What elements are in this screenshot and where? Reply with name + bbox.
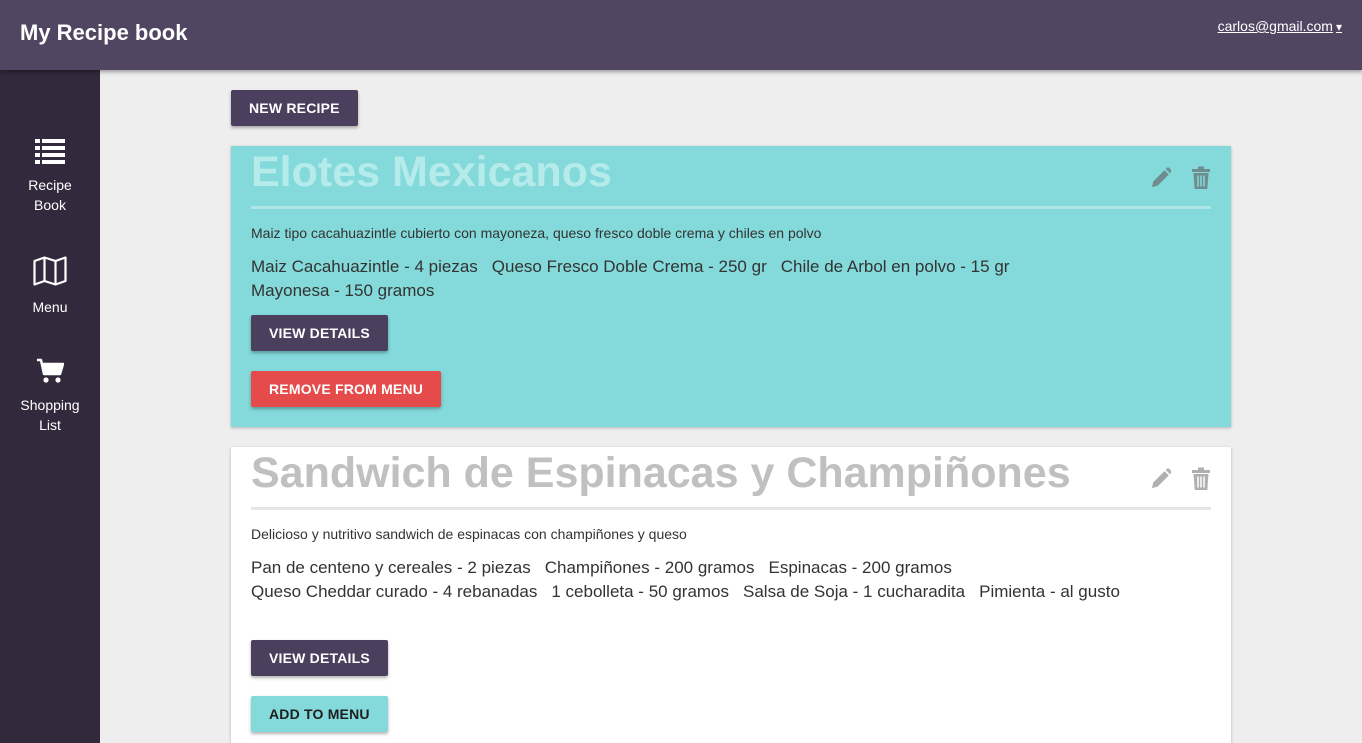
remove-from-menu-button[interactable]: REMOVE FROM MENU [251, 371, 442, 407]
card-actions [1149, 467, 1213, 491]
user-menu[interactable]: carlos@gmail.com ▾ [1218, 18, 1342, 34]
ingredient-item: Chile de Arbol en polvo - 15 gr [780, 257, 1010, 276]
recipe-description: Delicioso y nutritivo sandwich de espina… [251, 526, 687, 542]
title-divider [251, 206, 1211, 209]
sidebar-item-label: Menu [32, 299, 68, 315]
cart-icon [0, 358, 100, 389]
ingredient-list: Maiz Cacahuazintle - 4 piezas Queso Fresc… [251, 255, 1211, 303]
view-details-button[interactable]: VIEW DETAILS [251, 640, 388, 676]
add-to-menu-button[interactable]: ADD TO MENU [251, 696, 388, 732]
sidebar-item-label: Recipe [28, 177, 72, 193]
ingredient-item: Pimienta - al gusto [979, 582, 1120, 601]
recipe-title: Sandwich de Espinacas y Champiñones [251, 449, 1071, 497]
sidebar-item-label-line2: Book [34, 197, 66, 213]
edit-icon[interactable] [1149, 467, 1172, 491]
ingredient-item: 1 cebolleta - 50 gramos [551, 582, 730, 601]
sidebar-item-menu[interactable]: Menu [0, 256, 100, 317]
ingredient-item: Maiz Cacahuazintle - 4 piezas [251, 257, 478, 276]
recipe-description: Maiz tipo cacahuazintle cubierto con may… [251, 225, 822, 241]
trash-icon[interactable] [1191, 467, 1213, 491]
edit-icon[interactable] [1149, 166, 1172, 190]
card-actions [1149, 166, 1213, 190]
title-divider [251, 507, 1211, 510]
sidebar: Recipe Book Menu Shopping List [0, 70, 100, 743]
new-recipe-button[interactable]: NEW RECIPE [231, 90, 358, 126]
ingredient-item: Salsa de Soja - 1 cucharadita [743, 582, 966, 601]
recipe-title: Elotes Mexicanos [251, 148, 612, 196]
ingredient-item: Pan de centeno y cereales - 2 piezas [251, 558, 531, 577]
app-title: My Recipe book [20, 20, 188, 45]
ingredient-list: Pan de centeno y cereales - 2 piezas Cham… [251, 556, 1211, 604]
ingredient-item: Queso Fresco Doble Crema - 250 gr [491, 257, 767, 276]
map-icon [0, 256, 100, 291]
ingredient-item: Champiñones - 200 gramos [544, 558, 755, 577]
ingredient-item: Queso Cheddar curado - 4 rebanadas [251, 582, 538, 601]
top-bar: My Recipe book carlos@gmail.com ▾ [0, 0, 1362, 70]
trash-icon[interactable] [1191, 166, 1213, 190]
sidebar-item-label-line2: List [39, 417, 61, 433]
sidebar-item-shopping-list[interactable]: Shopping List [0, 358, 100, 435]
recipe-card: Elotes Mexicanos Maiz tipo cacahuazintle… [231, 146, 1231, 427]
ingredient-item: Mayonesa - 150 gramos [251, 281, 435, 300]
ingredient-item: Espinacas - 200 gramos [768, 558, 952, 577]
chevron-down-icon[interactable]: ▾ [1336, 20, 1342, 34]
sidebar-item-label: Shopping [20, 397, 80, 413]
recipe-card: Sandwich de Espinacas y Champiñones Deli… [231, 447, 1231, 743]
list-icon [0, 138, 100, 169]
user-email[interactable]: carlos@gmail.com [1218, 18, 1333, 34]
view-details-button[interactable]: VIEW DETAILS [251, 315, 388, 351]
sidebar-item-recipe-book[interactable]: Recipe Book [0, 138, 100, 215]
